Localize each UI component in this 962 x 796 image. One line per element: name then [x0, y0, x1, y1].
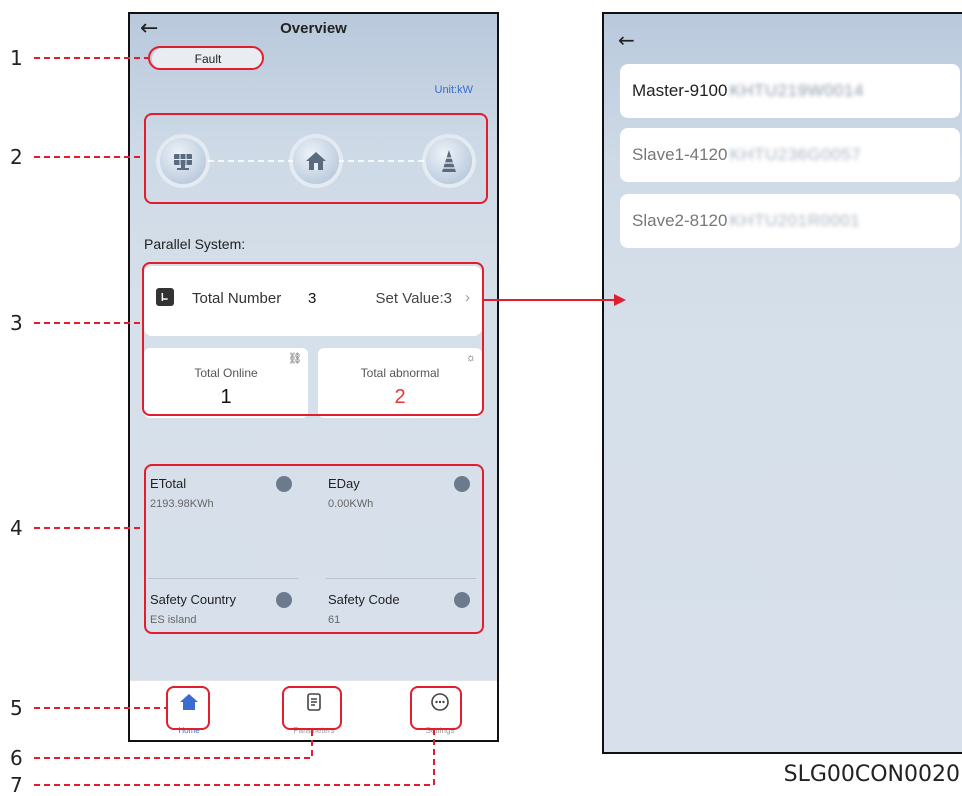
- stats-grid: ETotal 2193.98KWh EDay 0.00KWh Safety Co…: [144, 466, 482, 636]
- device-item-slave2[interactable]: Slave2-8120 KHTU201R0001: [620, 194, 960, 248]
- device-list-icon: [156, 288, 174, 306]
- figure-caption: SLG00CON0020: [783, 762, 960, 787]
- status-badge: Fault: [152, 48, 264, 70]
- device-list-screen: ← Master-9100 KHTU219W0014 Slave1-4120 K…: [602, 12, 962, 754]
- callout-number: 1: [10, 46, 23, 70]
- stat-value: 0.00KWh: [328, 498, 374, 510]
- stat-value: 2193.98KWh: [150, 498, 214, 510]
- stat-name: EDay: [328, 476, 360, 491]
- shield-check-icon: [276, 592, 292, 608]
- callout-number: 2: [10, 145, 23, 169]
- callout-number: 7: [10, 773, 23, 796]
- stat-safety-code: Safety Code 61: [322, 582, 482, 642]
- total-number-value: 3: [308, 290, 317, 307]
- callout-number: 6: [10, 746, 23, 770]
- link-icon: ⛓: [288, 353, 302, 365]
- more-icon: [431, 693, 449, 711]
- nav-label: Parameters: [293, 726, 335, 735]
- stat-etotal: ETotal 2193.98KWh: [144, 466, 304, 526]
- stat-name: Safety Country: [150, 592, 236, 607]
- home-icon: [180, 694, 198, 710]
- energy-flow-diagram: [144, 116, 488, 204]
- back-arrow-icon[interactable]: ←: [618, 28, 635, 52]
- stat-value: ES island: [150, 614, 197, 626]
- nav-parameters[interactable]: Parameters: [284, 685, 344, 737]
- document-icon: [307, 693, 321, 711]
- bottom-nav: Home Parameters Settings: [130, 680, 497, 740]
- solar-panel-icon[interactable]: [160, 138, 206, 184]
- device-name: Slave1-4120: [632, 145, 728, 164]
- energy-total-icon: [276, 476, 292, 492]
- stat-name: ETotal: [150, 476, 187, 491]
- top-bar: ← Overview: [130, 14, 497, 50]
- energy-day-icon: [454, 476, 470, 492]
- nav-label: Settings: [425, 726, 455, 735]
- total-online-card: ⛓ Total Online 1: [144, 348, 308, 418]
- chevron-right-icon: ›: [465, 289, 470, 306]
- device-name: Slave2-8120: [632, 211, 728, 230]
- device-name: Master-9100: [632, 81, 728, 100]
- callout-number: 3: [10, 311, 23, 335]
- total-abnormal-value: 2: [394, 386, 406, 408]
- callout-number: 4: [10, 516, 23, 540]
- total-online-value: 1: [220, 386, 232, 408]
- total-number-card[interactable]: Total Number 3 Set Value:3 ›: [144, 266, 482, 336]
- nav-settings[interactable]: Settings: [410, 685, 470, 737]
- total-number-label: Total Number: [192, 290, 282, 307]
- callout-number: 5: [10, 696, 23, 720]
- device-item-slave1[interactable]: Slave1-4120 KHTU236G0057: [620, 128, 960, 182]
- device-serial: KHTU201R0001: [729, 211, 861, 230]
- device-serial: KHTU236G0057: [729, 145, 862, 164]
- unit-label: Unit:kW: [434, 84, 474, 96]
- device-item-master[interactable]: Master-9100 KHTU219W0014: [620, 64, 960, 118]
- stat-value: 61: [328, 614, 341, 626]
- divider: [326, 578, 476, 579]
- section-title: Parallel System:: [144, 236, 246, 252]
- stat-name: Safety Code: [328, 592, 400, 607]
- set-value-label: Set Value:3: [375, 290, 452, 307]
- divider: [148, 578, 298, 579]
- overview-screen: ← Overview Fault Unit:kW Parallel System…: [128, 12, 499, 742]
- nav-home[interactable]: Home: [159, 685, 219, 737]
- total-abnormal-card: ☼ Total abnormal 2: [318, 348, 482, 418]
- total-abnormal-label: Total abnormal: [360, 366, 440, 380]
- page-title: Overview: [280, 20, 347, 37]
- grid-tower-icon[interactable]: [426, 138, 472, 184]
- alert-bulb-icon: ☼: [465, 352, 476, 364]
- nav-label: Home: [178, 726, 200, 735]
- home-icon[interactable]: [293, 138, 339, 184]
- device-serial: KHTU219W0014: [729, 81, 864, 100]
- stat-safety-country: Safety Country ES island: [144, 582, 304, 642]
- shield-code-icon: [454, 592, 470, 608]
- total-online-label: Total Online: [194, 366, 258, 380]
- stat-eday: EDay 0.00KWh: [322, 466, 482, 526]
